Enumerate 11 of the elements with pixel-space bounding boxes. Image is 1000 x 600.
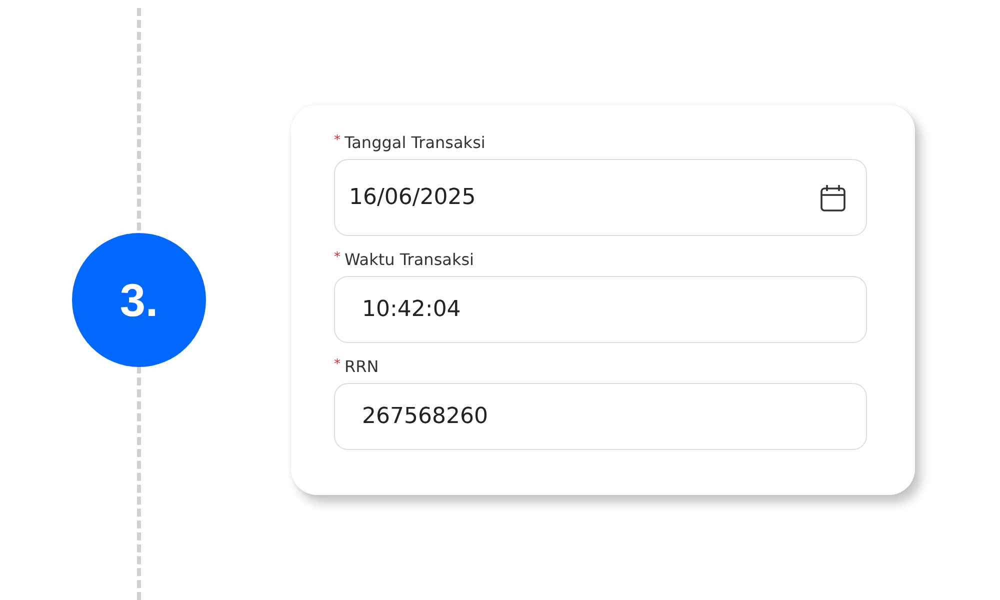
field-label: RRN xyxy=(344,357,379,376)
required-mark: * xyxy=(334,250,340,265)
input-field[interactable]: 267568260 xyxy=(334,383,867,450)
required-mark: * xyxy=(334,357,340,372)
field-label: Tanggal Transaksi xyxy=(344,133,486,152)
date-field[interactable]: 16/06/2025 xyxy=(334,159,867,236)
input-field[interactable]: 10:42:04 xyxy=(334,276,867,343)
step-number: 3. xyxy=(72,233,206,367)
field-label: Waktu Transaksi xyxy=(344,250,474,269)
required-mark: * xyxy=(334,133,340,148)
calendar-icon[interactable] xyxy=(820,184,846,212)
